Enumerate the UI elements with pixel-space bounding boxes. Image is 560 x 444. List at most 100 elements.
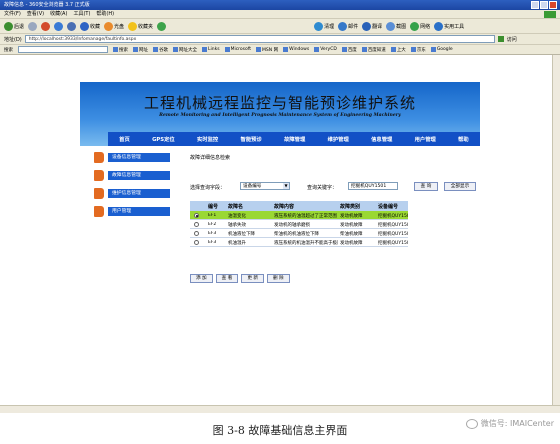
nav-home[interactable]: 首页 <box>119 135 130 143</box>
open-button[interactable]: 光盘 <box>104 21 124 31</box>
sidebar-item-fault[interactable]: 故障信息管理 <box>94 170 184 181</box>
nav-realtime[interactable]: 实时监控 <box>197 135 218 143</box>
sidebar-item-label: 用户管理 <box>108 207 170 216</box>
translate-icon <box>362 21 372 31</box>
mail-label: 邮件 <box>348 23 359 30</box>
sidebar-item-maintenance[interactable]: 维护信息管理 <box>94 188 184 199</box>
menu-favorites[interactable]: 收藏(A) <box>50 10 67 18</box>
cell-content: 液压系统的机油温升不能高于极限值 <box>274 241 338 246</box>
link-label: Microsoft <box>230 47 252 52</box>
go-button[interactable]: 访问 <box>507 36 517 43</box>
chevron-down-icon[interactable]: ▼ <box>283 183 289 189</box>
cell-id: EF3 <box>208 240 217 245</box>
link-item[interactable]: Links <box>202 47 220 52</box>
link-item[interactable]: 百度知道 <box>361 47 386 53</box>
nav-help[interactable]: 帮助 <box>458 135 469 143</box>
menu-view[interactable]: 查看(V) <box>27 10 44 18</box>
table-row[interactable]: EF3 机油液位下降 柴油机的机油液位下降 柴油机故障 挖掘机QUY1501 <box>190 229 408 238</box>
nav-info[interactable]: 信息管理 <box>371 135 392 143</box>
menu-tools[interactable]: 工具(T) <box>73 10 90 18</box>
link-item[interactable]: 京东 <box>410 47 426 53</box>
link-label: 网址大全 <box>179 47 197 53</box>
address-input[interactable]: http://localhost:3933/Infomanage/faultin… <box>24 35 495 43</box>
clean-button[interactable]: 清理 <box>314 21 335 31</box>
figure-caption-area: 图 3-8 故障基础信息主界面 微信号: IMAICenter <box>0 416 560 444</box>
cell-category: 发动机故障 <box>340 214 363 219</box>
go-icon[interactable] <box>497 36 504 42</box>
link-item[interactable]: 网址大全 <box>173 47 197 53</box>
row-radio[interactable] <box>194 222 199 227</box>
link-icon <box>390 47 396 52</box>
network-button[interactable]: 网络 <box>410 21 430 31</box>
links-search-button[interactable]: 搜索 <box>113 47 128 53</box>
forward-button[interactable] <box>28 21 38 31</box>
menu-file[interactable]: 文件(F) <box>4 10 21 18</box>
sidebar-item-users[interactable]: 用户管理 <box>94 206 184 217</box>
field-select[interactable]: 设备编号 ▼ <box>240 182 290 190</box>
nav-gps[interactable]: GPS定位 <box>152 135 175 143</box>
menu-help[interactable]: 帮助(H) <box>96 10 114 18</box>
sidebar-item-label: 设备信息管理 <box>108 153 170 162</box>
col-id: 编号 <box>208 204 219 210</box>
translate-button[interactable]: 翻译 <box>362 21 382 31</box>
cell-id: EF1 <box>208 213 217 218</box>
row-radio[interactable] <box>194 213 199 218</box>
screenshot-label: 截图 <box>396 23 407 30</box>
link-item[interactable]: Windows <box>283 47 309 52</box>
bookmark-icon <box>94 152 104 163</box>
refresh-button[interactable] <box>54 21 64 31</box>
stop-button[interactable] <box>41 21 51 31</box>
history-button[interactable] <box>157 21 167 31</box>
nav-prognosis[interactable]: 智能预诊 <box>241 135 262 143</box>
clean-icon <box>314 21 324 31</box>
link-item[interactable]: 百度 <box>341 47 357 53</box>
table-row[interactable]: EF1 油温变化 液压系统的油温超过了正常范围 发动机故障 挖掘机QUY1501 <box>190 211 408 220</box>
favorites-button[interactable]: 收藏夹 <box>128 21 154 31</box>
favorites-label: 收藏夹 <box>138 23 154 30</box>
keyword-input[interactable]: 挖掘机QUY1501 <box>348 182 398 190</box>
link-item[interactable]: 谷歌 <box>153 47 168 53</box>
nav-fault[interactable]: 故障管理 <box>284 135 305 143</box>
sidebar-item-device[interactable]: 设备信息管理 <box>94 152 184 163</box>
links-search-input[interactable] <box>18 46 108 53</box>
table-row[interactable]: EF2 轴承失效 发动机的轴承磨损 发动机故障 挖掘机QUY1501 <box>190 220 408 229</box>
add-button[interactable]: 添 加 <box>190 274 213 283</box>
row-radio[interactable] <box>194 240 199 245</box>
show-all-button[interactable]: 全部显示 <box>444 182 476 191</box>
mail-icon <box>338 21 348 31</box>
link-item[interactable]: MSN 网 <box>256 47 278 53</box>
back-label: 后退 <box>14 23 25 30</box>
mail-button[interactable]: 邮件 <box>338 21 359 31</box>
nav-users[interactable]: 用户管理 <box>415 135 436 143</box>
minimize-icon[interactable] <box>531 1 539 9</box>
horizontal-scrollbar[interactable] <box>0 405 560 413</box>
collect-button[interactable]: 收藏 <box>80 21 100 31</box>
screenshot-button[interactable]: 截图 <box>386 21 407 31</box>
menu-bar: 文件(F) 查看(V) 收藏(A) 工具(T) 帮助(H) <box>0 10 560 19</box>
network-icon <box>410 21 420 31</box>
row-radio[interactable] <box>194 231 199 236</box>
nav-maintenance[interactable]: 维护管理 <box>328 135 349 143</box>
delete-button[interactable]: 删 除 <box>266 274 290 283</box>
tools-button[interactable]: 实用工具 <box>434 21 464 31</box>
cell-device: 挖掘机QUY1501 <box>378 232 408 237</box>
link-item[interactable]: 上大 <box>390 47 406 53</box>
link-item[interactable]: VeryCD <box>314 47 337 52</box>
link-item[interactable]: Google <box>430 47 453 52</box>
update-button[interactable]: 更 新 <box>241 274 264 283</box>
link-item[interactable]: Microsoft <box>224 47 252 52</box>
back-button[interactable]: 后退 <box>4 21 25 31</box>
home-button[interactable] <box>67 21 77 31</box>
clean-label: 清理 <box>324 23 335 30</box>
table-row[interactable]: EF3 机油温升 液压系统的机油温升不能高于极限值 发动机故障 挖掘机QUY15… <box>190 238 408 247</box>
link-icon <box>173 47 178 52</box>
vertical-scrollbar[interactable] <box>552 55 560 405</box>
view-button[interactable]: 查 看 <box>215 274 239 283</box>
query-button[interactable]: 查 询 <box>414 182 438 191</box>
panel-title: 故障详细信息检索 <box>190 155 231 161</box>
maximize-icon[interactable] <box>540 1 548 9</box>
link-item[interactable]: 网址 <box>133 47 148 53</box>
link-label: Google <box>436 47 453 52</box>
link-label: 百度知道 <box>367 47 386 53</box>
close-icon[interactable] <box>549 1 557 9</box>
